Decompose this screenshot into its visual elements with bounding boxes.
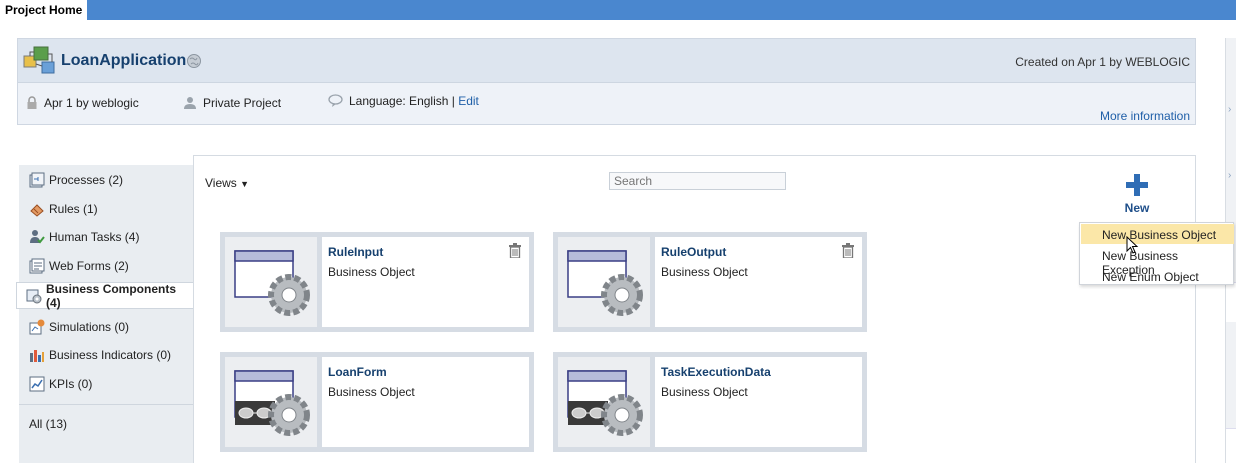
more-information-link[interactable]: More information [1100,109,1190,123]
sidebar-item-human-tasks[interactable]: Human Tasks (4) [19,223,193,250]
sidebar-item-label: Human Tasks (4) [49,229,140,244]
menu-item-new-enum-object[interactable]: New Enum Object [1081,266,1234,286]
sidebar-item-rules[interactable]: Rules (1) [19,195,193,222]
business-object-card[interactable]: TaskExecutionData Business Object [553,352,867,452]
search-input[interactable] [609,172,786,190]
expand-icon[interactable]: › [1228,170,1231,181]
card-title[interactable]: LoanForm [328,365,387,379]
edit-language-link[interactable]: Edit [458,94,479,108]
sidebar-item-processes[interactable]: Processes (2) [19,166,193,193]
top-bar [0,0,1236,20]
card-title[interactable]: RuleOutput [661,245,726,259]
processes-icon [29,172,45,187]
rules-icon [30,203,44,217]
card-subtitle: Business Object [661,385,748,399]
business-object-icon [558,237,650,327]
globe-icon[interactable] [186,53,202,69]
user-icon [184,97,196,109]
card-subtitle: Business Object [328,265,415,279]
plus-icon [1126,174,1148,196]
business-object-card[interactable]: RuleOutput Business Object [553,232,867,332]
form-business-object-icon [558,357,650,447]
sidebar-item-kpis[interactable]: KPIs (0) [19,370,193,397]
privacy-text: Private Project [203,96,282,110]
sidebar-item-label: Rules (1) [49,201,98,216]
sidebar-item-business-components[interactable]: Business Components (4) [16,281,194,310]
project-header: LoanApplication Created on Apr 1 by WEBL… [17,38,1196,125]
views-dropdown[interactable]: Views ▼ [205,176,249,190]
web-forms-icon [29,258,45,273]
sidebar-item-label: KPIs (0) [49,376,93,391]
kpis-icon [29,376,45,391]
language-text: Language: English | [349,94,459,108]
category-sidebar: Processes (2) Rules (1) Human Tasks (4) … [16,165,194,463]
project-header-top: LoanApplication Created on Apr 1 by WEBL… [18,39,1195,83]
sidebar-item-label: Business Indicators (0) [49,347,172,362]
speech-bubble-icon [328,94,343,107]
card-body: RuleOutput Business Object [655,237,862,327]
language-info: Language: English | Edit [328,94,479,108]
lock-icon [27,96,37,109]
human-tasks-icon [30,229,45,243]
card-body: LoanForm Business Object [322,357,529,447]
new-menu: New Business Object New Business Excepti… [1079,222,1234,285]
trash-icon[interactable] [842,243,854,258]
sidebar-item-business-indicators[interactable]: Business Indicators (0) [19,341,193,368]
simulations-icon [29,319,45,334]
form-business-object-icon [225,357,317,447]
card-subtitle: Business Object [328,385,415,399]
lock-info: Apr 1 by weblogic [26,96,139,110]
sidebar-item-simulations[interactable]: Simulations (0) [19,313,193,340]
sidebar-item-all[interactable]: All (13) [19,410,193,437]
sidebar-item-label: Simulations (0) [49,319,130,334]
lock-text: Apr 1 by weblogic [44,96,139,110]
trash-icon[interactable] [509,243,521,258]
new-button[interactable]: New [1117,172,1157,215]
card-body: TaskExecutionData Business Object [655,357,862,447]
menu-item-new-business-object[interactable]: New Business Object [1081,224,1234,244]
project-icon [23,46,55,74]
card-title[interactable]: RuleInput [328,245,383,259]
rail-panel [1226,282,1236,322]
expand-icon[interactable]: › [1228,104,1231,115]
views-label: Views [205,176,237,190]
sidebar-item-label: Business Components (4) [46,281,177,310]
sidebar-divider [19,404,193,405]
business-object-card[interactable]: RuleInput Business Object [220,232,534,332]
card-title[interactable]: TaskExecutionData [661,365,771,379]
card-subtitle: Business Object [661,265,748,279]
sidebar-item-web-forms[interactable]: Web Forms (2) [19,252,193,279]
tab-project-home[interactable]: Project Home [0,0,88,20]
new-label: New [1124,201,1150,215]
mouse-cursor-icon [1126,236,1139,254]
created-info: Created on Apr 1 by WEBLOGIC [1015,55,1190,69]
sidebar-item-label: Web Forms (2) [49,258,129,273]
business-components-icon [26,289,42,303]
business-object-card[interactable]: LoanForm Business Object [220,352,534,452]
sidebar-item-label: Processes (2) [49,172,124,187]
business-indicators-icon [30,349,44,362]
sidebar-item-label: All (13) [29,416,68,431]
privacy-info: Private Project [183,96,281,110]
card-body: RuleInput Business Object [322,237,529,327]
rail-panel [1226,428,1236,468]
caret-down-icon: ▼ [240,179,250,189]
business-object-icon [225,237,317,327]
project-title: LoanApplication [61,52,187,69]
menu-item-new-business-exception[interactable]: New Business Exception [1081,245,1234,277]
content-panel: Views ▼ New Ru [193,155,1196,463]
